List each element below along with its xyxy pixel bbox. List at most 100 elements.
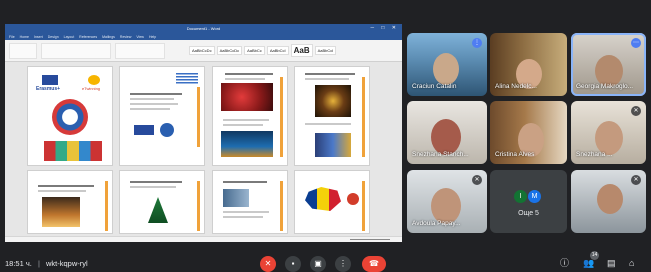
- avatar-initial: I: [514, 190, 527, 203]
- page-6: [119, 170, 205, 234]
- participant-name: Craciun Catalin: [412, 83, 457, 90]
- chat-icon: ▤: [607, 258, 616, 268]
- others-tile[interactable]: I M Още 5: [490, 170, 567, 233]
- participant-tile[interactable]: Snezhana Stanch...: [407, 101, 487, 164]
- word-status-bar: [5, 236, 402, 242]
- participant-tile[interactable]: Cristina Alves: [490, 101, 567, 164]
- meeting-code[interactable]: wkt-kqpw-ryl: [46, 259, 88, 268]
- meeting-controls-bar: 18:51 ч. | wkt-kqpw-ryl ✕ ▪ ▣ ⋮ ☎ ⓘ 👥 14…: [0, 251, 651, 272]
- activities-icon: ⌂: [629, 258, 635, 268]
- page-1: Erasmus+ eTwinning: [27, 66, 113, 166]
- shared-screen[interactable]: Document1 - Word ─ □ ✕ File Home Insert …: [5, 24, 402, 242]
- leave-call-button[interactable]: ☎: [362, 256, 386, 272]
- erasmus-logo: Erasmus+: [36, 86, 61, 92]
- style-heading1[interactable]: AaBbCc: [244, 46, 265, 55]
- photo-image: [223, 189, 249, 207]
- word-title-bar: Document1 - Word ─ □ ✕: [5, 24, 402, 33]
- meet-window: Document1 - Word ─ □ ✕ File Home Insert …: [0, 0, 651, 272]
- page-8: [294, 170, 370, 234]
- style-no-spacing[interactable]: AaBbCcDc: [216, 46, 243, 55]
- tab-review[interactable]: Review: [120, 35, 131, 39]
- style-title[interactable]: AaB: [290, 44, 313, 57]
- mic-toggle-button[interactable]: ✕: [260, 256, 276, 272]
- tab-file[interactable]: File: [9, 35, 15, 39]
- participant-name: Alina Nedelc...: [495, 83, 537, 90]
- present-button[interactable]: ▣: [310, 256, 326, 272]
- others-count-label: Още 5: [518, 210, 539, 217]
- tab-home[interactable]: Home: [20, 35, 29, 39]
- etwinning-logo: eTwinning: [82, 86, 101, 91]
- paragraph-group[interactable]: [115, 42, 165, 59]
- more-options-button[interactable]: ⋮: [335, 256, 351, 272]
- greek-flag-icon: [176, 73, 198, 85]
- participant-tile[interactable]: ✕: [571, 170, 646, 233]
- mic-off-icon: ✕: [631, 106, 641, 116]
- page-2: [119, 66, 205, 166]
- styles-gallery[interactable]: AaBbCcDc AaBbCcDc AaBbCc AaBbCcI AaB AaB…: [189, 44, 337, 57]
- participant-video: [597, 184, 623, 214]
- page-7: [212, 170, 288, 234]
- more-options-icon[interactable]: ⋯: [631, 38, 641, 48]
- pine-tree-icon: [148, 197, 168, 223]
- ornament-icon: [347, 193, 359, 205]
- style-subtitle[interactable]: AaBbCcI: [314, 46, 337, 55]
- participant-video: [431, 188, 461, 224]
- zoom-slider[interactable]: [350, 239, 390, 240]
- window-controls[interactable]: ─ □ ✕: [370, 25, 399, 31]
- window-title: Document1 - Word: [186, 26, 221, 31]
- camera-icon: ▪: [291, 259, 295, 268]
- participant-name: Avdoula Papay...: [412, 220, 461, 227]
- camera-toggle-button[interactable]: ▪: [285, 256, 301, 272]
- participant-name: Snezhana Stanch...: [412, 151, 469, 158]
- eu-flag-icon: [134, 125, 154, 135]
- tab-layout[interactable]: Layout: [64, 35, 75, 39]
- city-lights-image: [42, 197, 80, 227]
- info-button[interactable]: ⓘ: [560, 258, 569, 268]
- participant-tile-active-speaker[interactable]: ⋯ Georgia Makroglo...: [571, 33, 646, 96]
- page-4: [294, 66, 370, 166]
- info-icon: ⓘ: [560, 258, 570, 268]
- christmas-tree-square-image: [221, 131, 273, 157]
- tab-mailings[interactable]: Mailings: [102, 35, 115, 39]
- clipboard-group[interactable]: [9, 42, 37, 59]
- tab-insert[interactable]: Insert: [34, 35, 43, 39]
- tab-design[interactable]: Design: [48, 35, 59, 39]
- tab-references[interactable]: References: [79, 35, 97, 39]
- font-group[interactable]: [41, 42, 111, 59]
- document-area[interactable]: Erasmus+ eTwinning: [5, 62, 402, 236]
- participant-tile[interactable]: ✕ Avdoula Papay...: [407, 170, 487, 233]
- activities-button[interactable]: ⌂: [629, 258, 634, 268]
- page-5: [27, 170, 113, 234]
- mic-off-icon: ✕: [264, 259, 272, 268]
- christmas-ornaments-image: [221, 83, 273, 111]
- participant-video: [431, 119, 461, 155]
- participant-name: Snezhana ...: [576, 151, 613, 158]
- meeting-info: 18:51 ч. | wkt-kqpw-ryl: [5, 259, 88, 268]
- cartoon-image: [315, 133, 351, 157]
- eu-flag-icon: [42, 75, 58, 85]
- christmas-tree-image: [315, 85, 351, 117]
- separator: |: [37, 259, 40, 268]
- participant-name: Georgia Makroglo...: [576, 83, 634, 90]
- tab-help[interactable]: Help: [149, 35, 156, 39]
- tab-view[interactable]: View: [136, 35, 144, 39]
- project-logo-icon: [160, 123, 174, 137]
- present-screen-icon: ▣: [314, 259, 322, 268]
- romania-map-image: [305, 187, 341, 211]
- mic-off-icon: ✕: [472, 175, 482, 185]
- chat-button[interactable]: ▤: [607, 258, 616, 268]
- participant-name: Cristina Alves: [495, 151, 535, 158]
- current-time: 18:51 ч.: [5, 259, 32, 268]
- people-count-badge: 14: [590, 251, 599, 260]
- participant-tile[interactable]: Alina Nedelc...: [490, 33, 567, 96]
- style-heading2[interactable]: AaBbCcI: [266, 46, 289, 55]
- participant-tile[interactable]: ✕ Snezhana ...: [571, 101, 646, 164]
- ribbon-tabs: File Home Insert Design Layout Reference…: [5, 33, 402, 40]
- avatar-initial: M: [528, 190, 541, 203]
- participant-video: [433, 53, 459, 85]
- mic-off-icon: ✕: [631, 175, 641, 185]
- participant-tile[interactable]: ⋮ Craciun Catalin: [407, 33, 487, 96]
- style-normal[interactable]: AaBbCcDc: [189, 46, 215, 55]
- page-3: [212, 66, 288, 166]
- children-illustration: [44, 141, 102, 161]
